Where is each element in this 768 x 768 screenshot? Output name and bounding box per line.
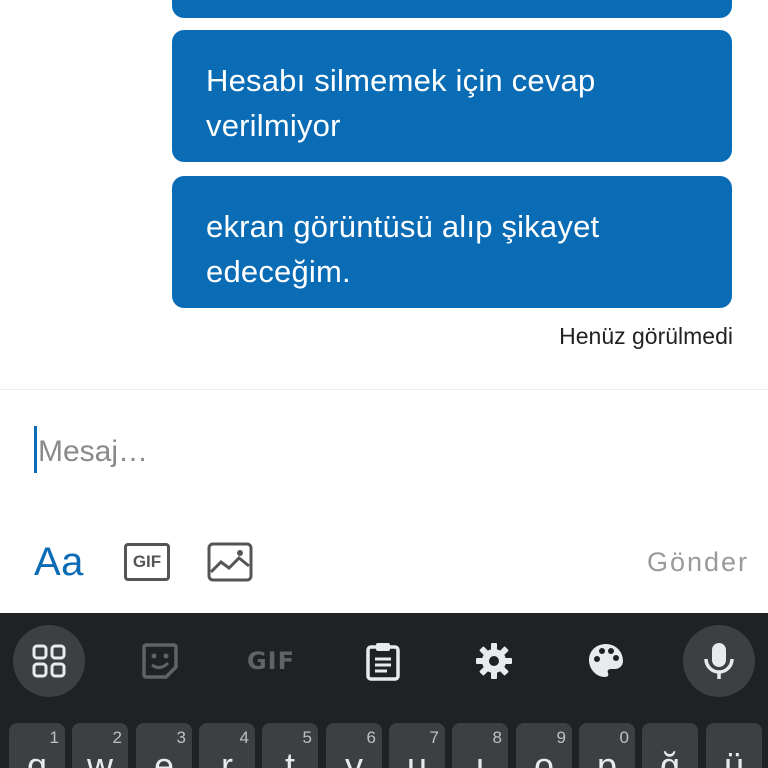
key[interactable]: 2w [72,723,128,768]
message-text: ekran görüntüsü alıp şikayet edeceğim. [206,209,600,289]
image-button[interactable] [207,542,253,582]
key[interactable]: 7u [389,723,445,768]
keyboard-toolbar: GIF [0,613,768,709]
key[interactable]: 4r [199,723,255,768]
message-input[interactable] [32,420,718,480]
soft-keyboard: GIF 1 q 2 w 3 e 4 r 5 t 6 y 7 u 8 ı 9 o … [0,613,768,768]
image-icon [207,542,253,582]
palette-icon [589,644,623,677]
keyboard-clipboard-button[interactable] [347,625,419,697]
send-button[interactable]: Gönder [647,547,749,578]
gif-icon: GIF [246,647,296,675]
key[interactable]: 1q [9,723,65,768]
key[interactable]: 6y [326,723,382,768]
microphone-icon [704,643,734,679]
voice-input-button[interactable] [683,625,755,697]
sticker-icon [142,643,178,679]
key[interactable]: 9o [516,723,572,768]
key[interactable]: 8ı [452,723,508,768]
messenger-screen: Hesabı silmemek için cevap verilmiyor ek… [0,0,768,768]
keyboard-apps-button[interactable] [13,625,85,697]
gif-button[interactable]: GIF [124,543,170,581]
keyboard-sticker-button[interactable] [124,625,196,697]
key[interactable]: 0p [579,723,635,768]
gear-icon [476,643,512,679]
key[interactable]: ğ [642,723,698,768]
message-bubble[interactable]: ekran görüntüsü alıp şikayet edeceğim. [172,176,732,308]
clipboard-icon [366,643,400,681]
message-bubble-previous[interactable] [172,0,732,18]
message-composer: Mesaj… Aa GIF Gönder [0,389,768,614]
text-format-button[interactable]: Aa [34,540,84,585]
key[interactable]: ü [706,723,762,768]
keyboard-settings-button[interactable] [458,625,530,697]
key[interactable]: 3e [136,723,192,768]
keyboard-row-letters: 1q 2w 3e 4r 5t 6y 7u 8ı 9o 0p ğ ü [0,723,768,768]
chat-thread[interactable]: Hesabı silmemek için cevap verilmiyor ek… [0,0,768,390]
text-caret [34,426,37,473]
apps-grid-icon [32,644,66,678]
key[interactable]: 5t [262,723,318,768]
gif-icon: GIF [132,552,162,571]
message-text: Hesabı silmemek için cevap verilmiyor [206,63,596,143]
keyboard-gif-button[interactable]: GIF [235,625,307,697]
message-bubble[interactable]: Hesabı silmemek için cevap verilmiyor [172,30,732,162]
keyboard-theme-button[interactable] [570,625,642,697]
seen-status: Henüz görülmedi [559,323,733,349]
